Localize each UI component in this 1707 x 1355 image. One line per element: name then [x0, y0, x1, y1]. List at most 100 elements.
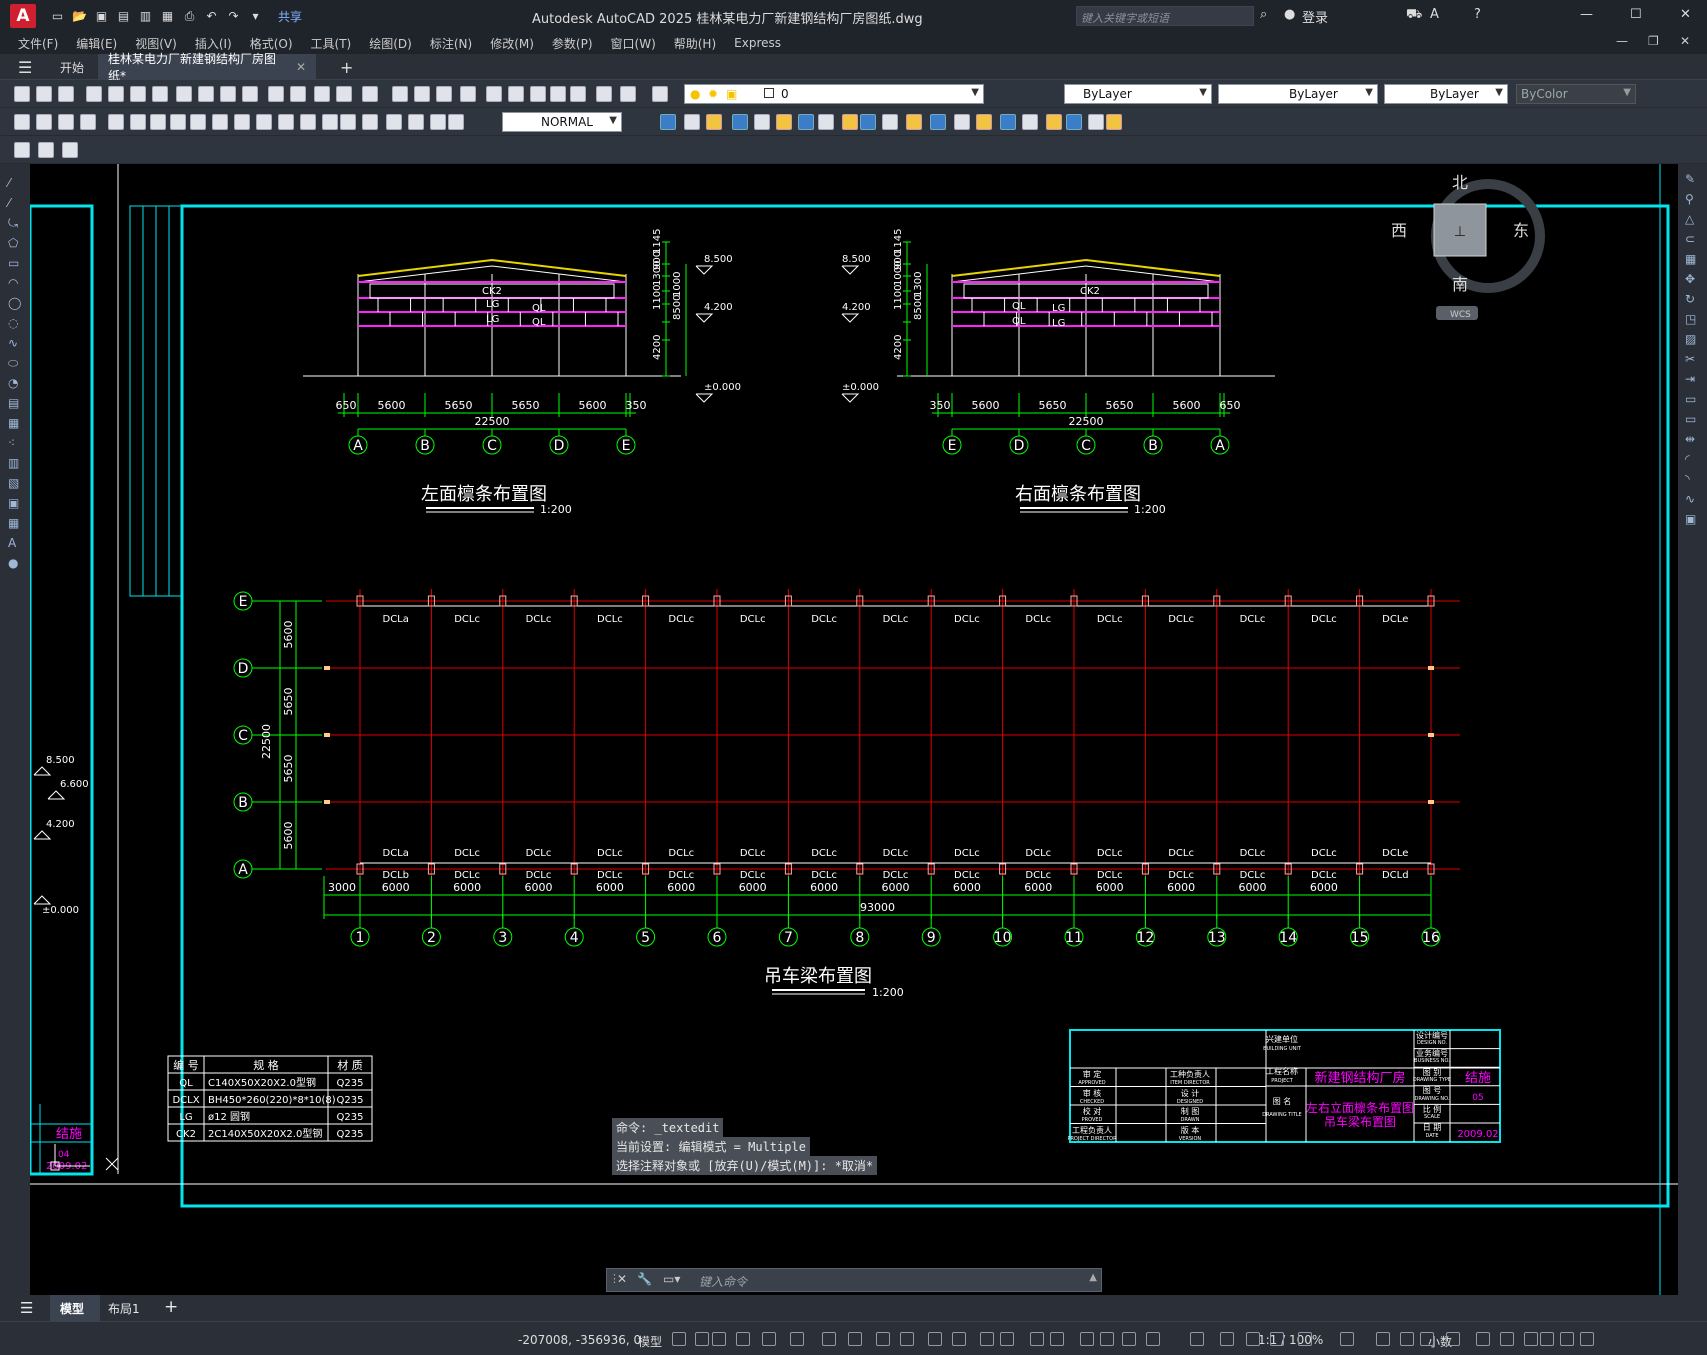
menu-item-1[interactable]: 编辑(E)	[76, 35, 117, 52]
doc-minimize-icon[interactable]: —	[1616, 34, 1628, 48]
solid-icon-18[interactable]	[1066, 114, 1082, 130]
menu-item-8[interactable]: 修改(M)	[490, 35, 534, 52]
color-dropdown[interactable]: ByLayer ▼	[1064, 84, 1212, 104]
tab-layout1[interactable]: 布局1	[108, 1300, 140, 1317]
standard-icon-19[interactable]	[460, 86, 476, 102]
modify-tool-3[interactable]: ⊂	[1685, 232, 1701, 246]
draw-tool-9[interactable]: ⬭	[8, 356, 24, 370]
solid-icon-14[interactable]	[976, 114, 992, 130]
modify-tool-16[interactable]: ∿	[1685, 492, 1701, 506]
draw-tool-16[interactable]: ▣	[8, 496, 24, 510]
standard-icon-18[interactable]	[436, 86, 452, 102]
solid-icon-4[interactable]	[754, 114, 770, 130]
help-icon[interactable]: ?	[1474, 7, 1481, 22]
modify-tool-2[interactable]: △	[1685, 212, 1701, 226]
close-tab-icon[interactable]: ✕	[296, 60, 306, 74]
menu-item-0[interactable]: 文件(F)	[18, 35, 58, 52]
solid-icon-17[interactable]	[1046, 114, 1062, 130]
menu-item-6[interactable]: 绘图(D)	[369, 35, 412, 52]
standard-icon-15[interactable]	[362, 86, 378, 102]
dim-icon-20[interactable]	[448, 114, 464, 130]
status-toggle-11[interactable]	[952, 1332, 966, 1346]
solid-icon-2[interactable]	[706, 114, 722, 130]
modify-tool-1[interactable]: ⚲	[1685, 192, 1701, 206]
draw-tool-8[interactable]: ∿	[8, 336, 24, 350]
status-toggle-35[interactable]	[1580, 1332, 1594, 1346]
model-space-toggle[interactable]: 模型	[638, 1333, 662, 1350]
draw-tool-19[interactable]: ●	[8, 556, 24, 570]
dim-icon-1[interactable]	[36, 114, 52, 130]
tab-start[interactable]: 开始	[50, 54, 94, 80]
new-icon[interactable]: ▭	[50, 9, 65, 24]
status-toggle-31[interactable]	[1500, 1332, 1514, 1346]
coordinates-readout[interactable]: -207008, -356936, 0	[518, 1333, 641, 1347]
status-toggle-23[interactable]	[1270, 1332, 1284, 1346]
saveas-icon[interactable]: ▤	[116, 9, 131, 24]
draw-tool-15[interactable]: ▧	[8, 476, 24, 490]
modify-tool-6[interactable]: ↻	[1685, 292, 1701, 306]
dim-icon-2[interactable]	[58, 114, 74, 130]
dimstyle-dropdown[interactable]: NORMAL ▼	[502, 112, 622, 132]
solid-icon-20[interactable]	[1106, 114, 1122, 130]
draw-tool-13[interactable]: ⁖	[8, 436, 24, 450]
draw-tool-18[interactable]: A	[8, 536, 24, 550]
toolbar-3-icon-3[interactable]	[62, 142, 78, 158]
solid-icon-15[interactable]	[1000, 114, 1016, 130]
dim-icon-19[interactable]	[430, 114, 446, 130]
command-input[interactable]: 键入命令	[699, 1273, 747, 1290]
open-web-icon[interactable]: ▥	[138, 9, 153, 24]
dim-icon-5[interactable]	[130, 114, 146, 130]
standard-icon-10[interactable]	[242, 86, 258, 102]
dim-icon-18[interactable]	[408, 114, 424, 130]
status-toggle-26[interactable]	[1376, 1332, 1390, 1346]
share-button[interactable]: 共享	[278, 8, 302, 25]
cart-icon[interactable]: ⛟	[1406, 7, 1422, 24]
dim-icon-11[interactable]	[256, 114, 272, 130]
add-layout-icon[interactable]: +	[164, 1297, 178, 1317]
modify-tool-9[interactable]: ✂	[1685, 352, 1701, 366]
menu-icon[interactable]: ☰	[8, 54, 42, 80]
status-toggle-10[interactable]	[928, 1332, 942, 1346]
search-icon[interactable]: ⌕	[1260, 7, 1267, 22]
status-toggle-12[interactable]	[980, 1332, 994, 1346]
dim-icon-15[interactable]	[340, 114, 356, 130]
solid-icon-13[interactable]	[954, 114, 970, 130]
solid-icon-6[interactable]	[798, 114, 814, 130]
customize-icon[interactable]: ▾	[248, 9, 263, 24]
solid-icon-12[interactable]	[930, 114, 946, 130]
draw-tool-3[interactable]: ⬠	[8, 236, 24, 250]
solid-icon-16[interactable]	[1022, 114, 1038, 130]
standard-icon-25[interactable]	[596, 86, 612, 102]
draw-tool-6[interactable]: ◯	[8, 296, 24, 310]
user-icon[interactable]: ●	[1284, 7, 1295, 22]
standard-icon-14[interactable]	[336, 86, 352, 102]
draw-tool-17[interactable]: ▦	[8, 516, 24, 530]
status-toggle-19[interactable]	[1146, 1332, 1160, 1346]
status-toggle-2[interactable]	[712, 1332, 726, 1346]
close-cmd-icon[interactable]: ✕	[617, 1272, 627, 1286]
solid-icon-5[interactable]	[776, 114, 792, 130]
standard-icon-16[interactable]	[392, 86, 408, 102]
solid-icon-7[interactable]	[818, 114, 834, 130]
menu-item-3[interactable]: 插入(I)	[195, 35, 232, 52]
status-toggle-20[interactable]	[1190, 1332, 1204, 1346]
solid-icon-19[interactable]	[1088, 114, 1104, 130]
search-input[interactable]: 键入关键字或短语	[1076, 6, 1254, 26]
status-toggle-24[interactable]	[1298, 1332, 1312, 1346]
dim-icon-4[interactable]	[108, 114, 124, 130]
draw-tool-14[interactable]: ▥	[8, 456, 24, 470]
toolbar-3-icon-2[interactable]	[38, 142, 54, 158]
menu-item-10[interactable]: 窗口(W)	[611, 35, 656, 52]
status-toggle-14[interactable]	[1030, 1332, 1044, 1346]
tab-document[interactable]: 桂林某电力厂新建钢结构厂房图纸* ✕	[98, 52, 316, 83]
modify-tool-8[interactable]: ▨	[1685, 332, 1701, 346]
status-toggle-25[interactable]	[1340, 1332, 1354, 1346]
linetype-dropdown[interactable]: ByLayer ▼	[1218, 84, 1378, 104]
standard-icon-13[interactable]	[314, 86, 330, 102]
modify-tool-7[interactable]: ◳	[1685, 312, 1701, 326]
plotstyle-dropdown[interactable]: ByColor ▼	[1516, 84, 1636, 104]
standard-icon-12[interactable]	[290, 86, 306, 102]
status-toggle-18[interactable]	[1122, 1332, 1136, 1346]
standard-icon-21[interactable]	[508, 86, 524, 102]
minimize-icon[interactable]: —	[1580, 7, 1593, 22]
